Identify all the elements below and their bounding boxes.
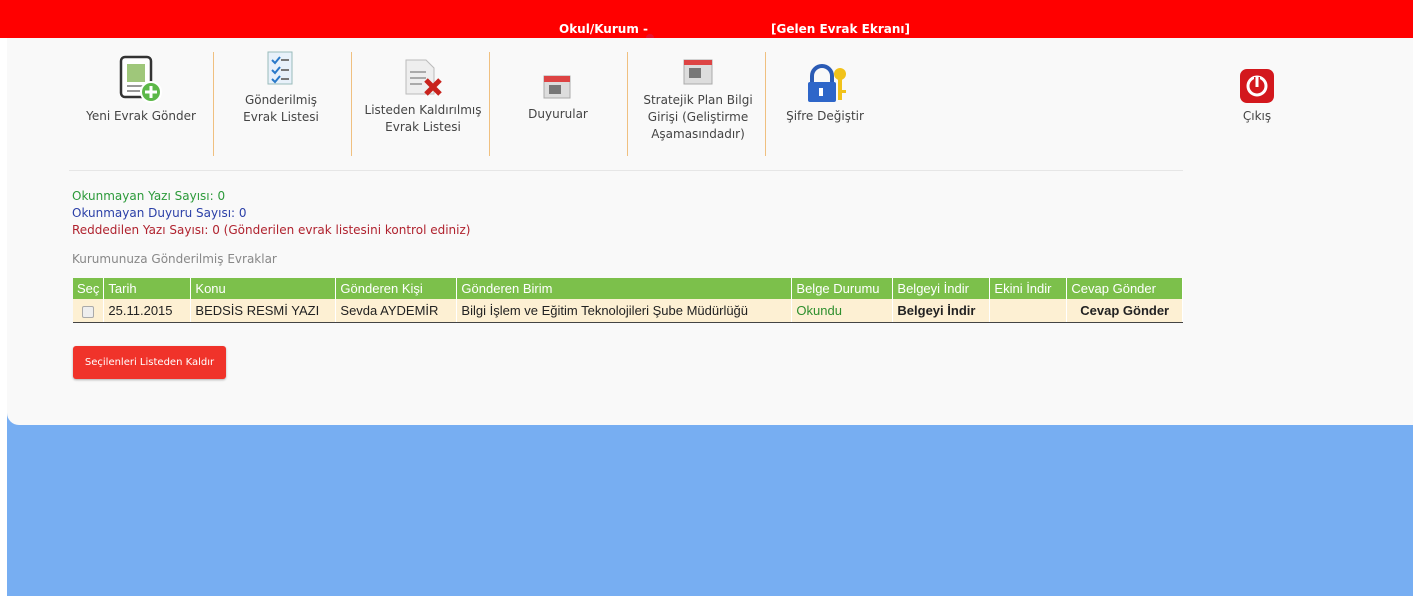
column-header-attachment: Ekini İndir bbox=[989, 278, 1068, 299]
screen-title: [Gelen Evrak Ekranı] bbox=[771, 22, 910, 36]
status-cell: Okundu bbox=[791, 299, 894, 323]
new-document-plus-icon bbox=[118, 48, 164, 104]
column-header-unit: Gönderen Birim bbox=[456, 278, 793, 299]
toolbar: Yeni Evrak Gönder Gönderilmiş Evrak List… bbox=[69, 48, 1274, 164]
lock-key-icon bbox=[802, 48, 848, 104]
change-password-label: Şifre Değiştir bbox=[786, 109, 864, 123]
remove-selected-button[interactable]: Seçilenleri Listeden Kaldır bbox=[73, 346, 226, 379]
column-header-download: Belgeyi İndir bbox=[892, 278, 991, 299]
column-header-select: Seç bbox=[73, 278, 105, 299]
strategic-plan-button[interactable]: Stratejik Plan Bilgi Girişi (Geliştirme … bbox=[635, 48, 761, 156]
subject-cell: BEDSİS RESMİ YAZI bbox=[190, 299, 337, 323]
left-border bbox=[0, 0, 7, 596]
row-checkbox[interactable] bbox=[82, 305, 95, 318]
reply-link[interactable]: Cevap Gönder bbox=[1066, 299, 1183, 323]
change-password-button[interactable]: Şifre Değiştir bbox=[773, 48, 877, 156]
top-bar: Okul/Kurum - [Gelen Evrak Ekranı] bbox=[0, 0, 1413, 42]
announcement-icon bbox=[542, 48, 574, 102]
removed-documents-button[interactable]: Listeden Kaldırılmış Evrak Listesi bbox=[359, 48, 487, 156]
toolbar-separator bbox=[765, 52, 766, 156]
toolbar-separator bbox=[627, 52, 628, 156]
removed-documents-label: Listeden Kaldırılmış Evrak Listesi bbox=[364, 103, 482, 134]
download-link[interactable]: Belgeyi İndir bbox=[892, 299, 991, 323]
divider bbox=[69, 170, 1183, 171]
select-cell bbox=[73, 299, 105, 323]
column-header-date: Tarih bbox=[103, 278, 192, 299]
column-header-reply: Cevap Gönder bbox=[1066, 278, 1183, 299]
table-header-row: Seç Tarih Konu Gönderen Kişi Gönderen Bi… bbox=[73, 278, 1183, 299]
logout-button[interactable]: Çıkış bbox=[1227, 48, 1287, 156]
documents-table: Seç Tarih Konu Gönderen Kişi Gönderen Bi… bbox=[73, 278, 1183, 323]
sent-documents-button[interactable]: Gönderilmiş Evrak Listesi bbox=[221, 48, 341, 156]
app-window: Okul/Kurum - [Gelen Evrak Ekranı] Yeni E… bbox=[0, 0, 1413, 596]
power-icon bbox=[1239, 48, 1275, 104]
new-document-button[interactable]: Yeni Evrak Gönder bbox=[77, 48, 205, 156]
announcements-label: Duyurular bbox=[528, 107, 588, 121]
toolbar-separator bbox=[213, 52, 214, 156]
date-cell: 25.11.2015 bbox=[103, 299, 192, 323]
unread-documents-count: Okunmayan Yazı Sayısı: 0 bbox=[72, 189, 226, 203]
announcements-button[interactable]: Duyurular bbox=[497, 48, 619, 156]
sent-documents-label: Gönderilmiş Evrak Listesi bbox=[243, 93, 319, 124]
new-document-label: Yeni Evrak Gönder bbox=[86, 109, 196, 123]
logout-label: Çıkış bbox=[1242, 109, 1272, 123]
rejected-documents-count: Reddedilen Yazı Sayısı: 0 (Gönderilen ev… bbox=[72, 223, 471, 237]
school-label: Okul/Kurum - bbox=[559, 22, 648, 36]
column-header-status: Belge Durumu bbox=[791, 278, 894, 299]
sender-cell: Sevda AYDEMİR bbox=[335, 299, 458, 323]
stats-block: Okunmayan Yazı Sayısı: 0 Okunmayan Duyur… bbox=[72, 188, 470, 239]
column-header-sender: Gönderen Kişi bbox=[335, 278, 458, 299]
unread-announcements-count: Okunmayan Duyuru Sayısı: 0 bbox=[72, 206, 247, 220]
strategic-plan-label: Stratejik Plan Bilgi Girişi (Geliştirme … bbox=[643, 93, 753, 141]
attachment-cell bbox=[989, 299, 1068, 323]
toolbar-separator bbox=[489, 52, 490, 156]
toolbar-separator bbox=[351, 52, 352, 156]
table-caption: Kurumunuza Gönderilmiş Evraklar bbox=[72, 252, 277, 266]
unit-cell: Bilgi İşlem ve Eğitim Teknolojileri Şube… bbox=[456, 299, 793, 323]
checklist-document-icon bbox=[266, 48, 296, 88]
document-remove-icon bbox=[402, 48, 444, 98]
column-header-subject: Konu bbox=[190, 278, 337, 299]
main-panel: Yeni Evrak Gönder Gönderilmiş Evrak List… bbox=[7, 38, 1413, 425]
strategic-plan-icon bbox=[680, 48, 716, 88]
table-row: 25.11.2015 BEDSİS RESMİ YAZI Sevda AYDEM… bbox=[73, 299, 1183, 323]
